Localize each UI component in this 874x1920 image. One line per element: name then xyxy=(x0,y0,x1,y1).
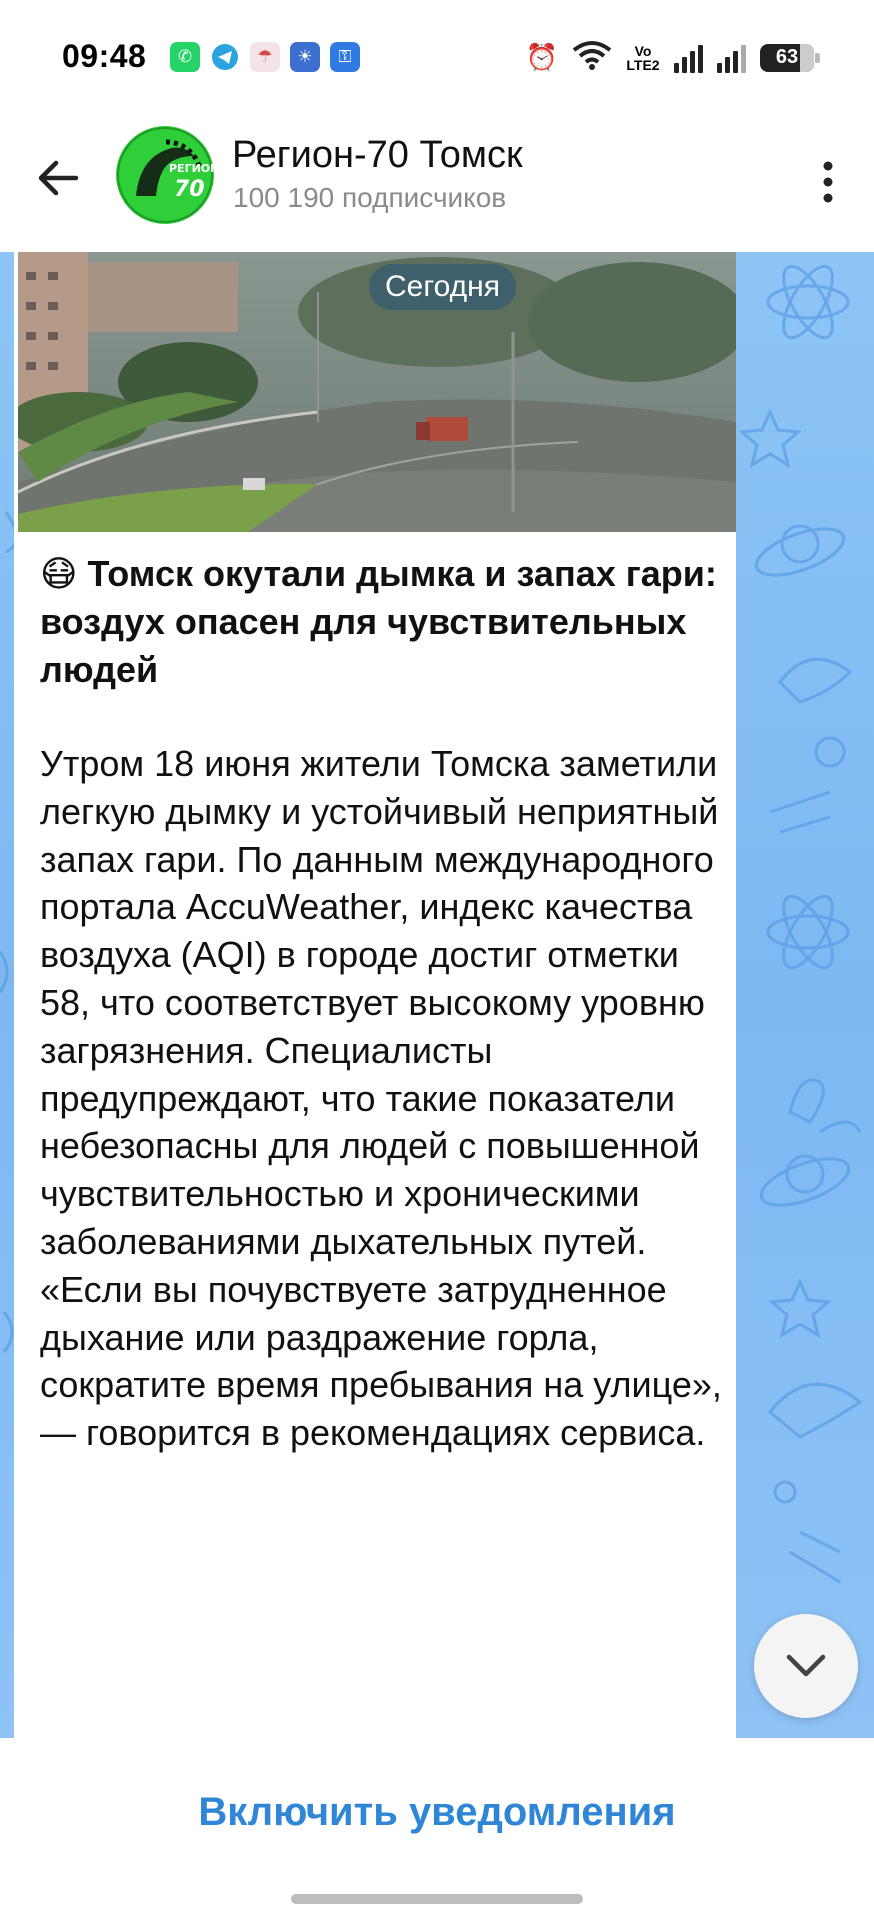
subscriber-count: 100 190 подписчиков xyxy=(233,182,507,213)
post-title-text: Томск окутали дымка и запах гари: воздух… xyxy=(40,553,717,690)
kebab-menu-icon xyxy=(823,161,833,203)
back-button[interactable] xyxy=(30,150,86,206)
scroll-down-button[interactable] xyxy=(754,1614,858,1718)
channel-avatar[interactable]: РЕГИОН 70 xyxy=(116,126,214,224)
post-photo[interactable]: Сегодня xyxy=(18,252,736,532)
battery-icon: 63 xyxy=(760,43,820,72)
status-time: 09:48 xyxy=(62,38,147,74)
battery-level: 63 xyxy=(775,46,799,68)
umbrella-icon: ☂ xyxy=(250,42,280,72)
signal-icon-1 xyxy=(674,43,703,73)
key-icon: ⚿ xyxy=(330,42,360,72)
mask-emoji-icon: 😷 xyxy=(40,553,78,594)
channel-name[interactable]: Регион-70 Томск xyxy=(232,134,523,177)
status-bar: 09:48 ✆ ☂ ☀ ⚿ ⏰ Vo LTE2 63 xyxy=(0,0,874,118)
alarm-icon: ⏰ xyxy=(525,42,558,72)
weather-icon: ☀ xyxy=(290,42,320,72)
region70-logo-icon: РЕГИОН 70 xyxy=(117,127,214,223)
date-label: Сегодня xyxy=(369,264,516,310)
arrow-left-icon xyxy=(38,160,79,196)
post-title: 😷 Томск окутали дымка и запах гари: возд… xyxy=(40,550,720,694)
home-indicator[interactable] xyxy=(291,1894,583,1904)
more-menu-button[interactable] xyxy=(808,152,848,212)
avatar-text-bottom: 70 xyxy=(174,177,205,202)
message-bubble[interactable]: Сегодня 😷 Томск окутали дымка и запах га… xyxy=(14,252,736,1738)
wifi-icon xyxy=(572,40,612,75)
avatar-text-top: РЕГИОН xyxy=(169,162,214,175)
chevron-down-icon xyxy=(786,1654,826,1677)
notification-icons: ✆ ☂ ☀ ⚿ xyxy=(170,42,360,72)
chat-area[interactable]: Сегодня 😷 Томск окутали дымка и запах га… xyxy=(0,252,874,1738)
system-icons: ⏰ Vo LTE2 63 xyxy=(525,40,820,75)
bottom-bar: Включить уведомления xyxy=(0,1738,874,1920)
telegram-icon xyxy=(210,42,240,72)
whatsapp-icon: ✆ xyxy=(170,42,200,72)
enable-notifications-button[interactable]: Включить уведомления xyxy=(0,1774,874,1850)
chat-header: РЕГИОН 70 Регион-70 Томск 100 190 подпис… xyxy=(0,118,874,253)
signal-icon-2 xyxy=(717,43,746,73)
post-body: Утром 18 июня жители Томска заметили лег… xyxy=(40,743,722,1454)
network-type: Vo LTE2 xyxy=(626,42,660,73)
